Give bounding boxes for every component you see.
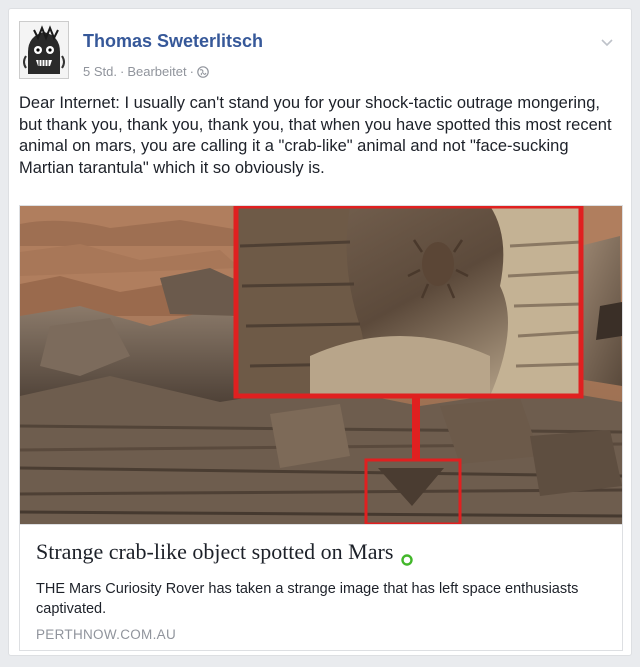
link-domain: PERTHNOW.COM.AU: [36, 627, 177, 642]
preview-body[interactable]: Strange crab-like object spotted on Mars…: [20, 524, 622, 650]
link-title-row[interactable]: Strange crab-like object spotted on Mars: [36, 539, 414, 566]
meta-separator: ·: [119, 64, 125, 79]
link-preview[interactable]: Strange crab-like object spotted on Mars…: [19, 205, 623, 651]
chevron-down-icon[interactable]: [599, 35, 615, 51]
verified-dot-icon: [401, 546, 414, 566]
post-meta: 5 Std. · Bearbeitet ·: [83, 64, 209, 79]
post-card: Thomas Sweterlitsch 5 Std. · Bearbeitet …: [8, 8, 632, 656]
link-description: THE Mars Curiosity Rover has taken a str…: [36, 581, 579, 617]
avatar[interactable]: [19, 21, 69, 79]
link-title[interactable]: Strange crab-like object spotted on Mars: [36, 539, 393, 565]
post-header: Thomas Sweterlitsch 5 Std. · Bearbeitet …: [19, 21, 619, 91]
preview-image[interactable]: [20, 206, 622, 524]
globe-icon[interactable]: [197, 65, 209, 78]
author-name[interactable]: Thomas Sweterlitsch: [83, 31, 263, 52]
post-time[interactable]: 5 Std.: [83, 64, 117, 79]
edited-label[interactable]: Bearbeitet: [127, 64, 186, 79]
post-text: Dear Internet: I usually can't stand you…: [19, 94, 612, 177]
meta-separator: ·: [189, 64, 194, 79]
